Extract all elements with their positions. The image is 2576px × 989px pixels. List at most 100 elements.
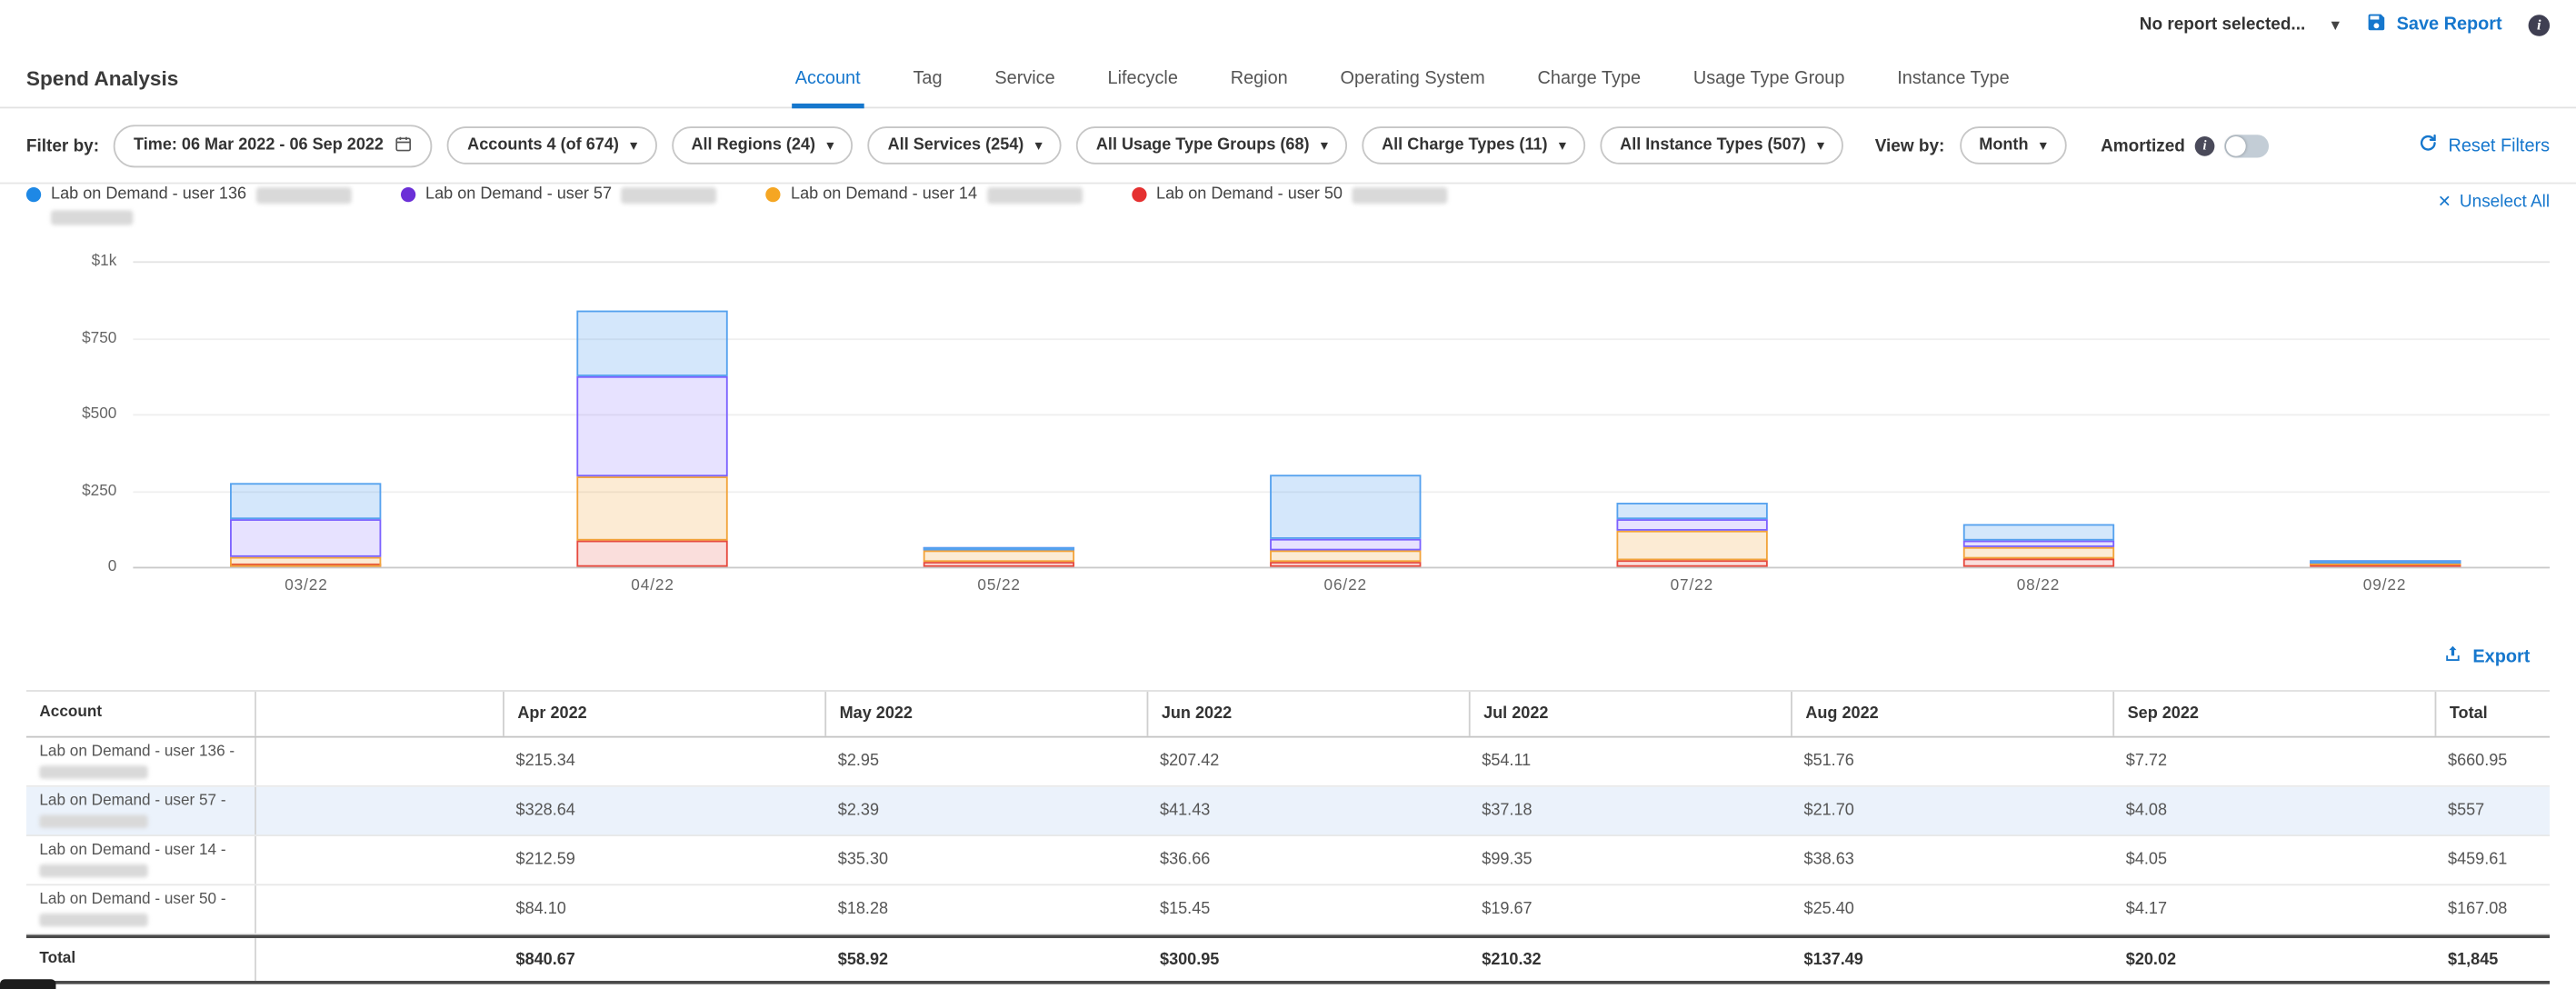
value-cell: $41.43 — [1147, 787, 1469, 834]
total-value-cell: $137.49 — [1791, 938, 2112, 981]
tab-charge-type[interactable]: Charge Type — [1534, 53, 1644, 108]
bar-segment[interactable] — [577, 541, 728, 566]
spacer-cell — [256, 738, 503, 785]
y-axis-tick-label: $1k — [26, 252, 116, 270]
bar-segment[interactable] — [1616, 561, 1767, 567]
accounts-filter[interactable]: Accounts 4 (of 674)▾ — [447, 126, 656, 165]
redacted-text — [39, 865, 147, 878]
value-cell: $21.70 — [1791, 787, 2112, 834]
charge-types-filter[interactable]: All Charge Types (11)▾ — [1362, 126, 1585, 165]
tab-operating-system[interactable]: Operating System — [1337, 53, 1488, 108]
export-button[interactable]: Export — [2443, 644, 2531, 669]
chart-gridline — [133, 567, 2550, 569]
bar-segment[interactable] — [1270, 538, 1421, 551]
tab-lifecycle[interactable]: Lifecycle — [1104, 53, 1182, 108]
y-axis-tick-label: $500 — [26, 405, 116, 424]
value-cell: $212.59 — [503, 836, 824, 884]
x-axis-tick-label: 09/22 — [2363, 576, 2407, 594]
y-axis-tick-label: $250 — [26, 482, 116, 500]
value-cell: $167.08 — [2435, 885, 2551, 933]
value-cell: $4.08 — [2112, 787, 2434, 834]
bottom-corner-widget[interactable] — [0, 979, 55, 989]
redacted-text — [1353, 186, 1448, 203]
tab-bar: Account Tag Service Lifecycle Region Operatin… — [792, 53, 2012, 108]
view-by-select[interactable]: Month ▾ — [1960, 126, 2067, 165]
legend-item-2[interactable]: Lab on Demand - user 57 — [401, 185, 717, 204]
bar-segment[interactable] — [1962, 524, 2113, 540]
total-value-cell: $1,845 — [2435, 938, 2551, 981]
value-cell: $38.63 — [1791, 836, 2112, 884]
bar-segment[interactable] — [231, 556, 382, 566]
bar-segment[interactable] — [1616, 503, 1767, 519]
bar-segment[interactable] — [577, 310, 728, 375]
bar-segment[interactable] — [1270, 551, 1421, 562]
tab-instance-type[interactable]: Instance Type — [1894, 53, 2013, 108]
bar-segment[interactable] — [1616, 519, 1767, 530]
legend-item-1[interactable]: Lab on Demand - user 136 — [26, 185, 352, 225]
x-axis-tick-label: 04/22 — [631, 576, 674, 594]
y-axis-tick-label: $750 — [26, 328, 116, 346]
save-report-button[interactable]: Save Report — [2365, 12, 2501, 38]
regions-filter[interactable]: All Regions (24)▾ — [672, 126, 854, 165]
bar-segment[interactable] — [1962, 541, 2113, 547]
spend-chart: $1k$750$500$250003/2204/2205/2206/2207/2… — [26, 246, 2550, 600]
column-header: Apr 2022 — [503, 692, 824, 736]
usage-type-groups-filter[interactable]: All Usage Type Groups (68)▾ — [1076, 126, 1347, 165]
amortized-toggle[interactable] — [2224, 134, 2269, 156]
column-header: May 2022 — [824, 692, 1146, 736]
bar-segment[interactable] — [577, 375, 728, 475]
bar-segment[interactable] — [1270, 562, 1421, 566]
account-cell: Lab on Demand - user 136 - — [26, 738, 256, 785]
spacer-cell — [256, 885, 503, 933]
chevron-down-icon: ▾ — [631, 139, 637, 152]
view-by-label: View by: — [1875, 135, 1945, 155]
x-axis-tick-label: 07/22 — [1671, 576, 1714, 594]
chevron-down-icon: ▾ — [1035, 139, 1042, 152]
spend-analysis-page: No report selected... ▾ Save Report i Sp… — [0, 0, 2576, 989]
table-row: Lab on Demand - user 50 -$84.10$18.28$15… — [26, 885, 2550, 934]
info-icon[interactable]: i — [2529, 14, 2550, 35]
value-cell: $2.95 — [824, 738, 1146, 785]
bar-segment[interactable] — [924, 561, 1074, 566]
bar-segment[interactable] — [1270, 475, 1421, 538]
report-selector[interactable]: No report selected... ▾ — [2140, 15, 2340, 35]
account-name: Lab on Demand - user 136 - — [39, 744, 235, 762]
account-cell: Lab on Demand - user 14 - — [26, 836, 256, 884]
toggle-knob — [2226, 135, 2246, 155]
legend-item-4[interactable]: Lab on Demand - user 50 — [1132, 185, 1448, 204]
page-title: Spend Analysis — [26, 67, 178, 90]
spend-table: AccountApr 2022May 2022Jun 2022Jul 2022A… — [26, 690, 2550, 984]
legend-bar: Lab on Demand - user 136 Lab on Demand - … — [26, 185, 2550, 245]
redacted-text — [987, 186, 1083, 203]
legend-items: Lab on Demand - user 136 Lab on Demand - … — [26, 185, 2550, 225]
chevron-down-icon: ▾ — [2331, 17, 2339, 32]
services-filter[interactable]: All Services (254)▾ — [868, 126, 1062, 165]
bar-segment[interactable] — [2309, 560, 2460, 564]
bar-segment[interactable] — [1616, 531, 1767, 561]
legend-dot — [401, 187, 415, 202]
unselect-all-button[interactable]: ✕ Unselect All — [2438, 192, 2550, 212]
legend-item-3[interactable]: Lab on Demand - user 14 — [766, 185, 1083, 204]
bar-segment[interactable] — [231, 520, 382, 557]
reset-filters-button[interactable]: Reset Filters — [2419, 133, 2550, 157]
time-filter[interactable]: Time: 06 Mar 2022 - 06 Sep 2022 — [114, 124, 433, 166]
tab-usage-type-group[interactable]: Usage Type Group — [1690, 53, 1848, 108]
tab-account[interactable]: Account — [792, 53, 864, 108]
tab-tag[interactable]: Tag — [910, 53, 945, 108]
info-icon[interactable]: i — [2195, 135, 2215, 155]
value-cell: $25.40 — [1791, 885, 2112, 933]
bar-segment[interactable] — [231, 483, 382, 520]
column-header: Jun 2022 — [1147, 692, 1469, 736]
bar-segment[interactable] — [1962, 547, 2113, 559]
value-cell: $207.42 — [1147, 738, 1469, 785]
bar-segment[interactable] — [924, 546, 1074, 550]
export-label: Export — [2472, 646, 2530, 666]
x-axis-tick-label: 03/22 — [285, 576, 328, 594]
bar-segment[interactable] — [577, 476, 728, 541]
redacted-text — [39, 914, 147, 927]
bar-segment[interactable] — [1962, 559, 2113, 567]
bar-segment[interactable] — [924, 551, 1074, 562]
tab-service[interactable]: Service — [992, 53, 1059, 108]
tab-region[interactable]: Region — [1227, 53, 1291, 108]
instance-types-filter[interactable]: All Instance Types (507)▾ — [1600, 126, 1843, 165]
